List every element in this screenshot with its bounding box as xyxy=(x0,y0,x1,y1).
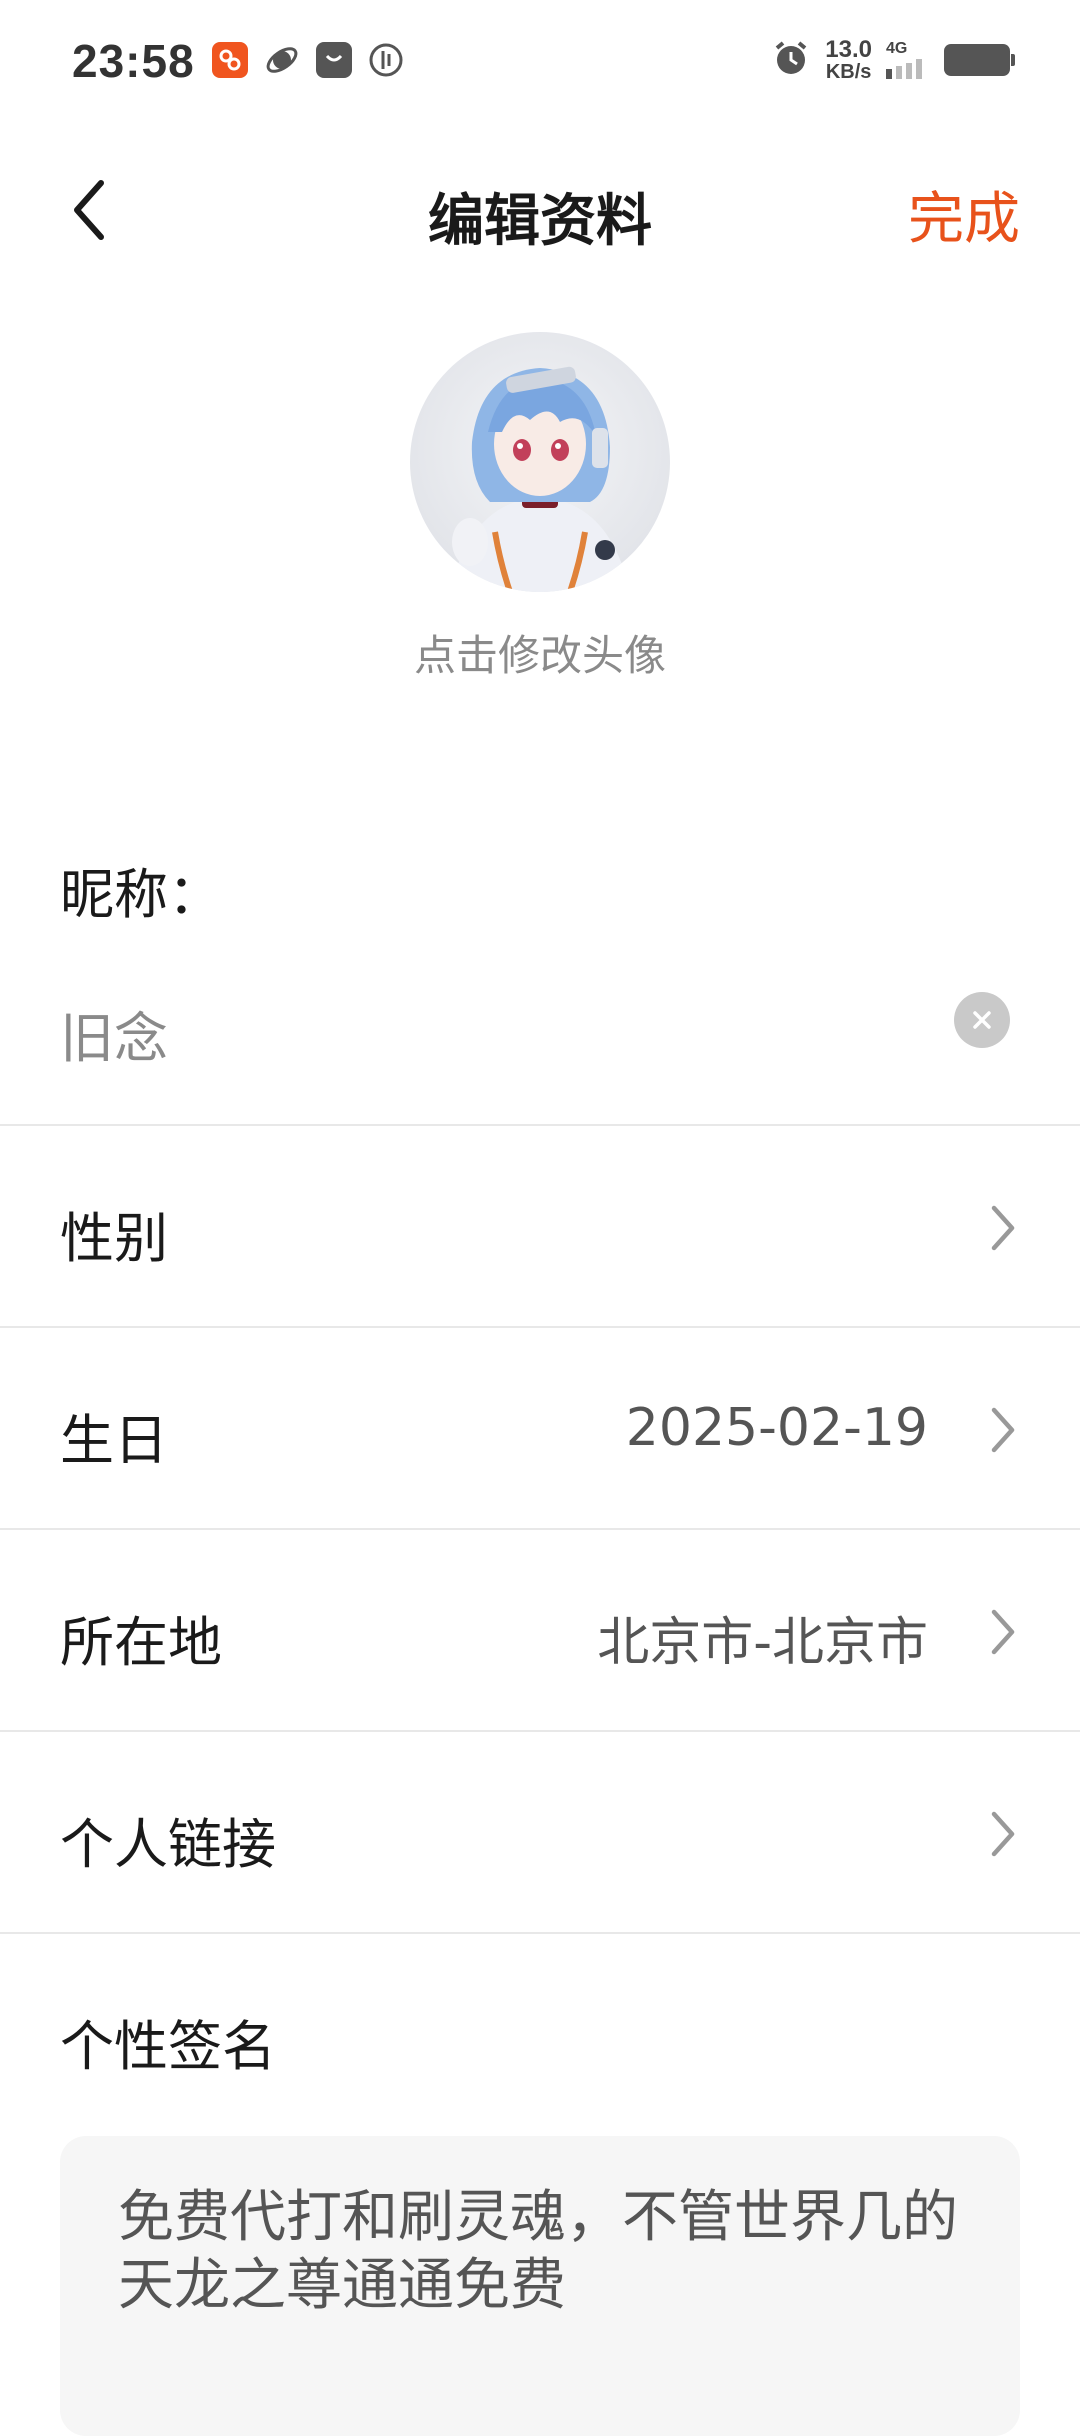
chevron-right-icon xyxy=(991,1811,1015,1857)
row-gender[interactable]: 性别 xyxy=(0,1126,1080,1326)
status-time: 23:58 xyxy=(72,35,195,87)
row-personal-link[interactable]: 个人链接 xyxy=(0,1732,1080,1932)
row-value: 2025-02-19 xyxy=(625,1398,928,1458)
net-speed-value: 13.0 xyxy=(825,36,872,63)
network-type: 4G xyxy=(886,40,908,57)
power-icon xyxy=(368,42,404,78)
row-birthday[interactable]: 生日 2025-02-19 xyxy=(0,1328,1080,1528)
signature-input[interactable]: 免费代打和刷灵魂，不管世界几的天龙之尊通通免费 xyxy=(60,2136,1020,2436)
avatar[interactable] xyxy=(410,332,670,592)
status-right: 13.0 KB/s 4G xyxy=(771,36,1015,83)
row-label: 所在地 xyxy=(60,1611,222,1674)
row-location[interactable]: 所在地 北京市-北京市 xyxy=(0,1530,1080,1730)
taobao-icon xyxy=(212,42,248,78)
nickname-input[interactable]: 旧念 xyxy=(60,994,168,1073)
title-bar: 编辑资料 完成 xyxy=(0,150,1080,270)
alarm-icon xyxy=(771,38,811,82)
divider xyxy=(0,1932,1080,1934)
battery-icon xyxy=(944,44,1015,76)
chevron-right-icon xyxy=(991,1205,1015,1251)
avatar-caption[interactable]: 点击修改头像 xyxy=(0,622,1080,683)
chevron-right-icon xyxy=(991,1609,1015,1655)
signature-text: 免费代打和刷灵魂，不管世界几的天龙之尊通通免费 xyxy=(118,2185,958,2319)
mail-bag-icon xyxy=(316,42,352,78)
done-button[interactable]: 完成 xyxy=(908,174,1020,255)
net-speed: 13.0 KB/s xyxy=(825,36,872,83)
nickname-label: 昵称： xyxy=(60,863,222,926)
planet-icon xyxy=(264,42,300,78)
row-value: 北京市-北京市 xyxy=(597,1613,928,1673)
row-label: 生日 xyxy=(60,1409,168,1472)
notification-icons xyxy=(212,42,404,78)
clear-nickname-button[interactable] xyxy=(954,992,1010,1048)
signal-icon: 4G xyxy=(886,41,930,79)
row-label: 性别 xyxy=(60,1207,168,1270)
status-bar: 23:58 13.0 KB/s 4G xyxy=(0,0,1080,130)
row-label: 个人链接 xyxy=(60,1813,276,1876)
chevron-right-icon xyxy=(991,1407,1015,1453)
signature-label: 个性签名 xyxy=(60,2015,276,2078)
net-speed-unit: KB/s xyxy=(825,61,872,83)
close-icon xyxy=(973,1011,991,1029)
